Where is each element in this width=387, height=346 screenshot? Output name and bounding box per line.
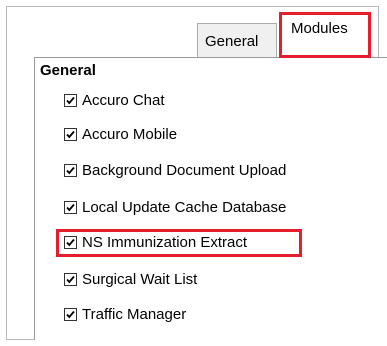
- checkbox-item-accuro-chat[interactable]: Accuro Chat: [64, 91, 165, 109]
- checkbox-checked-icon[interactable]: [64, 272, 77, 286]
- checkbox-label: Surgical Wait List: [82, 270, 198, 288]
- checkbox-label: Accuro Mobile: [82, 125, 178, 143]
- group-title: General: [40, 62, 96, 79]
- checkbox-checked-icon[interactable]: [64, 200, 77, 214]
- checkbox-checked-icon[interactable]: [64, 127, 77, 141]
- checkbox-label: Background Document Upload: [82, 161, 287, 179]
- checkbox-checked-icon[interactable]: [64, 163, 77, 177]
- checkbox-label: Accuro Chat: [82, 91, 165, 109]
- checkbox-label: Local Update Cache Database: [82, 198, 287, 216]
- checkbox-item-local-update-cache-database[interactable]: Local Update Cache Database: [64, 198, 286, 216]
- tab-modules-label: Modules: [291, 20, 348, 37]
- checkbox-label: Traffic Manager: [82, 305, 187, 323]
- checkbox-item-ns-immunization-extract[interactable]: NS Immunization Extract: [64, 233, 247, 251]
- checkbox-label: NS Immunization Extract: [82, 233, 248, 251]
- tab-general[interactable]: General: [197, 23, 277, 58]
- checkbox-item-background-document-upload[interactable]: Background Document Upload: [64, 161, 286, 179]
- checkbox-checked-icon[interactable]: [64, 307, 77, 321]
- checkbox-checked-icon[interactable]: [64, 93, 77, 107]
- tab-modules[interactable]: Modules: [280, 13, 370, 57]
- checkbox-item-surgical-wait-list[interactable]: Surgical Wait List: [64, 270, 197, 288]
- tab-general-label: General: [205, 33, 259, 50]
- checkbox-item-traffic-manager[interactable]: Traffic Manager: [64, 305, 186, 323]
- checkbox-item-accuro-mobile[interactable]: Accuro Mobile: [64, 125, 177, 143]
- checkbox-checked-icon[interactable]: [64, 235, 77, 249]
